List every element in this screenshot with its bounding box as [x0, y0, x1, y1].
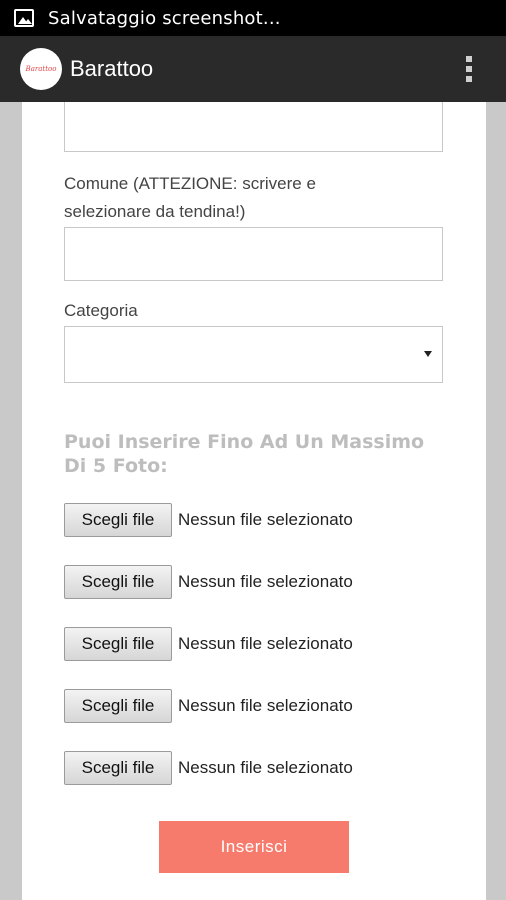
file-input-1: Scegli file Nessun file selezionato	[64, 503, 353, 537]
form-content: Comune (ATTEZIONE: scrivere e selezionar…	[22, 102, 486, 900]
file-status-1: Nessun file selezionato	[178, 510, 353, 529]
app-logo[interactable]: Barattoo	[20, 48, 62, 90]
photo-heading: Puoi Inserire Fino Ad Un Massimo Di 5 Fo…	[64, 431, 425, 477]
notification-text: Salvataggio screenshot...	[48, 7, 281, 29]
file-status-5: Nessun file selezionato	[178, 758, 353, 777]
submit-button[interactable]: Inserisci	[159, 821, 349, 873]
file-input-4: Scegli file Nessun file selezionato	[64, 689, 353, 723]
file-input-2: Scegli file Nessun file selezionato	[64, 565, 353, 599]
file-input-5: Scegli file Nessun file selezionato	[64, 751, 353, 785]
file-status-4: Nessun file selezionato	[178, 696, 353, 715]
categoria-select[interactable]	[64, 326, 443, 383]
file-input-3: Scegli file Nessun file selezionato	[64, 627, 353, 661]
image-icon	[14, 9, 34, 27]
overflow-menu-icon[interactable]	[466, 56, 472, 82]
choose-file-button-4[interactable]: Scegli file	[64, 689, 172, 723]
file-status-3: Nessun file selezionato	[178, 634, 353, 653]
comune-input[interactable]	[64, 227, 443, 281]
app-bar: Barattoo Barattoo	[0, 36, 506, 102]
choose-file-button-2[interactable]: Scegli file	[64, 565, 172, 599]
dropdown-arrow-icon	[424, 351, 432, 357]
status-bar: Salvataggio screenshot...	[0, 0, 506, 36]
choose-file-button-1[interactable]: Scegli file	[64, 503, 172, 537]
file-status-2: Nessun file selezionato	[178, 572, 353, 591]
comune-label: Comune (ATTEZIONE: scrivere e selezionar…	[64, 174, 316, 221]
choose-file-button-5[interactable]: Scegli file	[64, 751, 172, 785]
choose-file-button-3[interactable]: Scegli file	[64, 627, 172, 661]
app-title: Barattoo	[70, 56, 154, 81]
logo-text: Barattoo	[25, 65, 57, 73]
categoria-label: Categoria	[64, 301, 138, 320]
previous-field[interactable]	[64, 102, 443, 152]
